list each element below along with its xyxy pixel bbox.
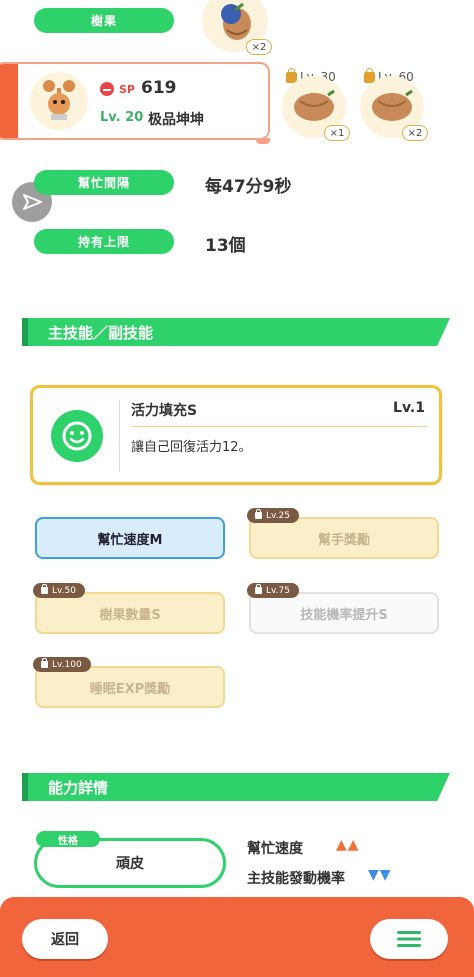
lock-icon (255, 509, 262, 519)
help-interval-value: 每47分9秒 (205, 177, 292, 197)
bottom-bar: 返回 (0, 897, 474, 977)
sub-skill-2[interactable]: 幫手獎勵 (249, 517, 439, 559)
skill-icon-circle (51, 410, 103, 462)
pokemon-name: 极品坤坤 (148, 112, 204, 128)
nature-value: 頑皮 (116, 856, 144, 872)
berry-count-badge: ×2 (246, 39, 272, 55)
effect-label-2: 主技能發動機率 (247, 871, 345, 887)
back-button[interactable]: 返回 (22, 919, 108, 959)
carry-limit-label: 持有上限 (34, 229, 174, 254)
berry-count-badge: ×2 (402, 125, 428, 141)
berry-slot-lv30[interactable]: Lv. 30 ×1 (280, 67, 350, 141)
card-tab (256, 138, 270, 144)
effect-down-arrows: ▼▼ (368, 867, 392, 883)
sub-skill-4[interactable]: 技能機率提升S (249, 592, 439, 634)
berries-label: 樹果 (34, 8, 174, 33)
main-skill-level: Lv.1 (393, 400, 425, 416)
sub-skill-4-lock: Lv.75 (247, 583, 299, 598)
sp-label: SP (119, 83, 135, 96)
carry-limit-value: 13個 (205, 236, 246, 256)
back-label: 返回 (51, 932, 79, 948)
sub-skill-5[interactable]: 睡眠EXP獎勵 (35, 666, 225, 708)
sub-skill-2-lock: Lv.25 (247, 508, 299, 523)
skill-divider (119, 400, 120, 472)
sub-skill-1[interactable]: 幫忙速度M (35, 517, 225, 559)
main-skill-description: 讓自己回復活力12。 (131, 440, 252, 455)
skills-section-header: 主技能／副技能 (22, 318, 450, 346)
top-berry-slot[interactable]: ×2 (202, 0, 272, 56)
section-title: 能力詳情 (48, 778, 109, 797)
menu-icon (397, 931, 421, 947)
help-interval-label: 幫忙間隔 (34, 170, 174, 195)
section-title: 主技能／副技能 (48, 323, 154, 342)
sp-icon (100, 82, 114, 96)
lock-icon (41, 658, 48, 668)
card-accent (0, 64, 18, 138)
ability-section-header: 能力詳情 (22, 773, 450, 801)
sub-skill-5-lock: Lv.100 (33, 657, 91, 672)
menu-button[interactable] (370, 919, 448, 959)
send-icon (23, 194, 42, 210)
sp-value: 619 (141, 78, 177, 98)
nature-tag: 性格 (36, 831, 100, 847)
smile-icon (62, 421, 92, 451)
berry-count-badge: ×1 (324, 125, 350, 141)
berry-slot-lv60[interactable]: Lv. 60 ×2 (358, 67, 428, 141)
pokemon-card[interactable]: SP 619 Lv. 20 极品坤坤 (0, 62, 270, 144)
effect-label-1: 幫忙速度 (247, 841, 303, 857)
effect-up-arrows: ▲▲ (336, 837, 360, 853)
lock-icon (255, 584, 262, 594)
main-skill-name: 活力填充S (131, 403, 198, 419)
lock-icon (41, 584, 48, 594)
sub-skill-3-lock: Lv.50 (33, 583, 85, 598)
main-skill-card[interactable]: 活力填充S Lv.1 讓自己回復活力12。 (30, 385, 442, 485)
pokemon-level: Lv. 20 (100, 110, 144, 125)
pokemon-avatar (30, 72, 88, 130)
skill-underline (131, 426, 427, 427)
sub-skill-3[interactable]: 樹果數量S (35, 592, 225, 634)
